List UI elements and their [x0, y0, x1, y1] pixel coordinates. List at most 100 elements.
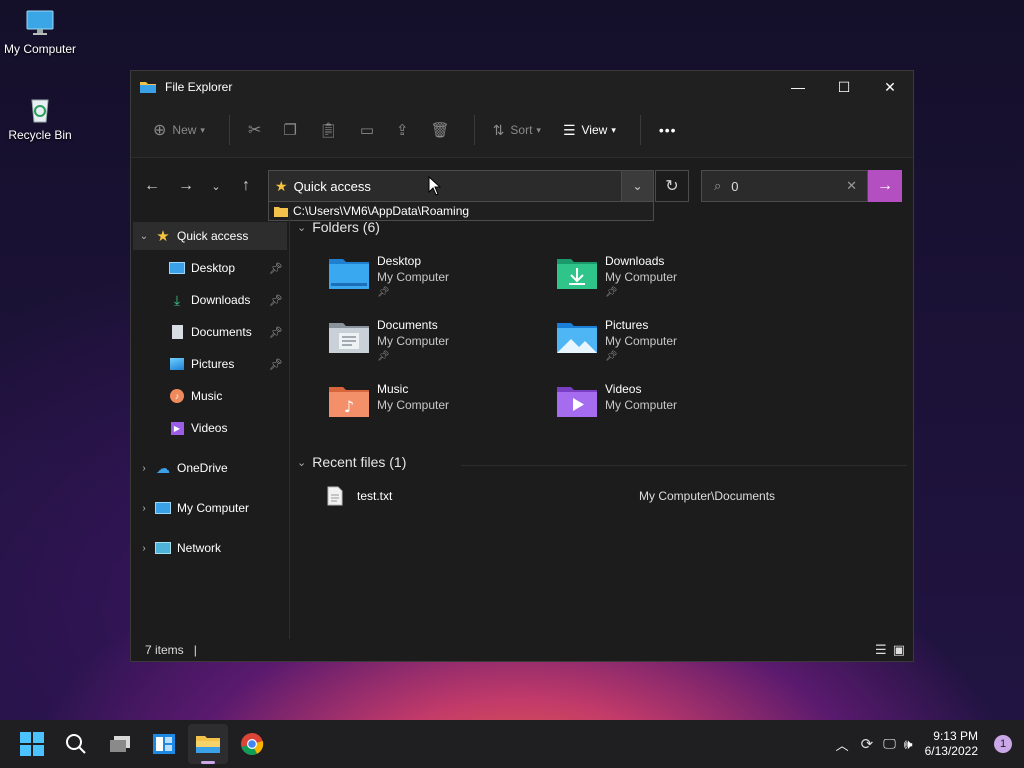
search-input-value: 0 [731, 178, 739, 194]
pin-icon: 📌︎ [269, 262, 283, 275]
start-button[interactable] [12, 724, 52, 764]
folder-name: Music [377, 382, 409, 396]
chevron-down-icon[interactable]: ⌄ [133, 231, 155, 242]
sidebar-item-onedrive[interactable]: › ☁ OneDrive [133, 454, 287, 482]
folders-section-header[interactable]: ⌄ Folders (6) [297, 219, 380, 235]
task-view-icon [110, 736, 130, 752]
details-view-button[interactable]: ☰ [875, 642, 887, 658]
paste-icon: 📋︎ [318, 122, 338, 139]
sort-button[interactable]: ⇅ Sort ▾ [485, 114, 549, 146]
delete-button[interactable]: 🗑︎ [423, 114, 458, 146]
sidebar-item-music[interactable]: ♪ Music [133, 382, 287, 410]
pictures-folder-icon [557, 323, 597, 353]
sidebar-item-desktop[interactable]: Desktop 📌︎ [133, 254, 287, 282]
chevron-down-icon: ⌄ [211, 180, 221, 193]
new-label: New [172, 123, 197, 137]
folder-tile-documents[interactable]: Documents My Computer 📌︎ [327, 317, 547, 369]
arrow-right-icon: → [178, 177, 194, 194]
address-bar[interactable]: ★ Quick access [268, 170, 654, 202]
close-button[interactable]: ✕ [867, 71, 913, 103]
folder-icon [196, 736, 220, 753]
search-icon [66, 734, 86, 754]
recent-files-section-header[interactable]: ⌄ Recent files (1) [297, 454, 406, 470]
clear-search-button[interactable]: ✕ [846, 178, 857, 194]
trash-icon: 🗑︎ [430, 122, 450, 139]
chrome-taskbar-button[interactable] [232, 724, 272, 764]
cut-button[interactable]: ✂ [240, 114, 269, 146]
pin-icon: 📌︎ [269, 358, 283, 371]
search-submit-button[interactable]: → [868, 170, 902, 202]
up-button[interactable]: ↑ [229, 171, 263, 201]
task-view-button[interactable] [100, 724, 140, 764]
text-file-icon [327, 486, 343, 506]
folder-tile-pictures[interactable]: Pictures My Computer 📌︎ [555, 317, 775, 369]
folder-tile-music[interactable]: ♪ Music My Computer [327, 381, 547, 433]
folder-location: My Computer [605, 270, 678, 284]
sidebar-item-quick-access[interactable]: ⌄ ★ Quick access [133, 222, 287, 250]
tiles-view-button[interactable]: ▣ [893, 642, 905, 658]
sync-icon[interactable]: ⟳ [861, 735, 874, 753]
recent-locations-button[interactable]: ⌄ [203, 171, 229, 201]
minimize-button[interactable]: — [775, 71, 821, 103]
sidebar-item-downloads[interactable]: ⤓ Downloads 📌︎ [133, 286, 287, 314]
more-options-button[interactable]: ••• [651, 114, 685, 146]
item-count: 7 items [145, 643, 184, 657]
notification-badge[interactable]: 1 [994, 735, 1012, 753]
sidebar-item-label: My Computer [177, 501, 250, 515]
rename-icon: ▭ [359, 122, 375, 139]
address-dropdown-button[interactable]: ⌄ [621, 170, 654, 202]
sidebar-item-label: Downloads [191, 293, 251, 307]
chevron-down-icon: ⌄ [632, 179, 643, 193]
volume-icon[interactable]: 🕪︎ [904, 736, 913, 753]
widgets-button[interactable] [144, 724, 184, 764]
chevron-right-icon[interactable]: › [133, 503, 155, 514]
rename-button[interactable]: ▭ [352, 114, 382, 146]
desktop-icon-recycle-bin[interactable]: Recycle Bin [0, 94, 80, 142]
desktop-icon-my-computer[interactable]: My Computer [0, 8, 80, 56]
forward-button[interactable]: → [169, 171, 203, 201]
search-icon: ⌕ [714, 178, 722, 193]
plus-circle-icon: ⊕ [153, 122, 167, 139]
refresh-button[interactable]: ↻ [655, 170, 689, 202]
view-button[interactable]: ☰ View ▾ [555, 114, 624, 146]
file-explorer-taskbar-button[interactable] [188, 724, 228, 764]
copy-button[interactable]: ❐ [275, 114, 304, 146]
pin-icon: 📌︎ [605, 287, 618, 298]
sidebar-item-network[interactable]: › Network [133, 534, 287, 562]
maximize-button[interactable]: ☐ [821, 71, 867, 103]
taskbar-search-button[interactable] [56, 724, 96, 764]
sidebar-item-pictures[interactable]: Pictures 📌︎ [133, 350, 287, 378]
network-icon[interactable]: 🖵︎ [883, 736, 896, 752]
sidebar-item-my-computer[interactable]: › My Computer [133, 494, 287, 522]
share-icon: ⇪ [396, 122, 409, 139]
recent-file-row[interactable]: test.txt My Computer\Documents [327, 483, 867, 509]
sidebar-item-documents[interactable]: Documents 📌︎ [133, 318, 287, 346]
toolbar-divider [473, 115, 475, 145]
sort-label: Sort [510, 123, 533, 137]
sidebar-item-videos[interactable]: ▶ Videos [133, 414, 287, 442]
recent-file-path: My Computer\Documents [639, 489, 776, 503]
search-box[interactable]: ⌕ 0 ✕ [701, 170, 868, 202]
title-bar[interactable]: File Explorer — ☐ ✕ [131, 71, 913, 103]
folder-tile-desktop[interactable]: Desktop My Computer 📌︎ [327, 253, 547, 305]
back-button[interactable]: ← [135, 171, 169, 201]
content-pane: ⌄ Folders (6) Desktop My Computer 📌︎ Dow… [291, 213, 913, 641]
show-hidden-icons-button[interactable]: ︿ [836, 735, 849, 754]
clock[interactable]: 9:13 PM 6/13/2022 [925, 729, 978, 759]
view-label: View [581, 123, 608, 137]
status-bar: 7 items | ☰ ▣ [131, 639, 913, 661]
folder-name: Documents [377, 318, 438, 332]
share-button[interactable]: ⇪ [388, 114, 417, 146]
chevron-right-icon[interactable]: › [133, 463, 155, 474]
new-button[interactable]: ⊕ New ▾ [145, 114, 213, 146]
pin-icon: 📌︎ [269, 294, 283, 307]
folder-tile-videos[interactable]: Videos My Computer [555, 381, 775, 433]
paste-button[interactable]: 📋︎ [311, 114, 346, 146]
chevron-right-icon[interactable]: › [133, 543, 155, 554]
arrow-left-icon: ← [144, 177, 160, 194]
cloud-icon: ☁ [156, 459, 170, 476]
toolbar-divider [639, 115, 641, 145]
toolbar-divider [228, 115, 230, 145]
folder-icon [140, 82, 156, 93]
folder-tile-downloads[interactable]: Downloads My Computer 📌︎ [555, 253, 775, 305]
